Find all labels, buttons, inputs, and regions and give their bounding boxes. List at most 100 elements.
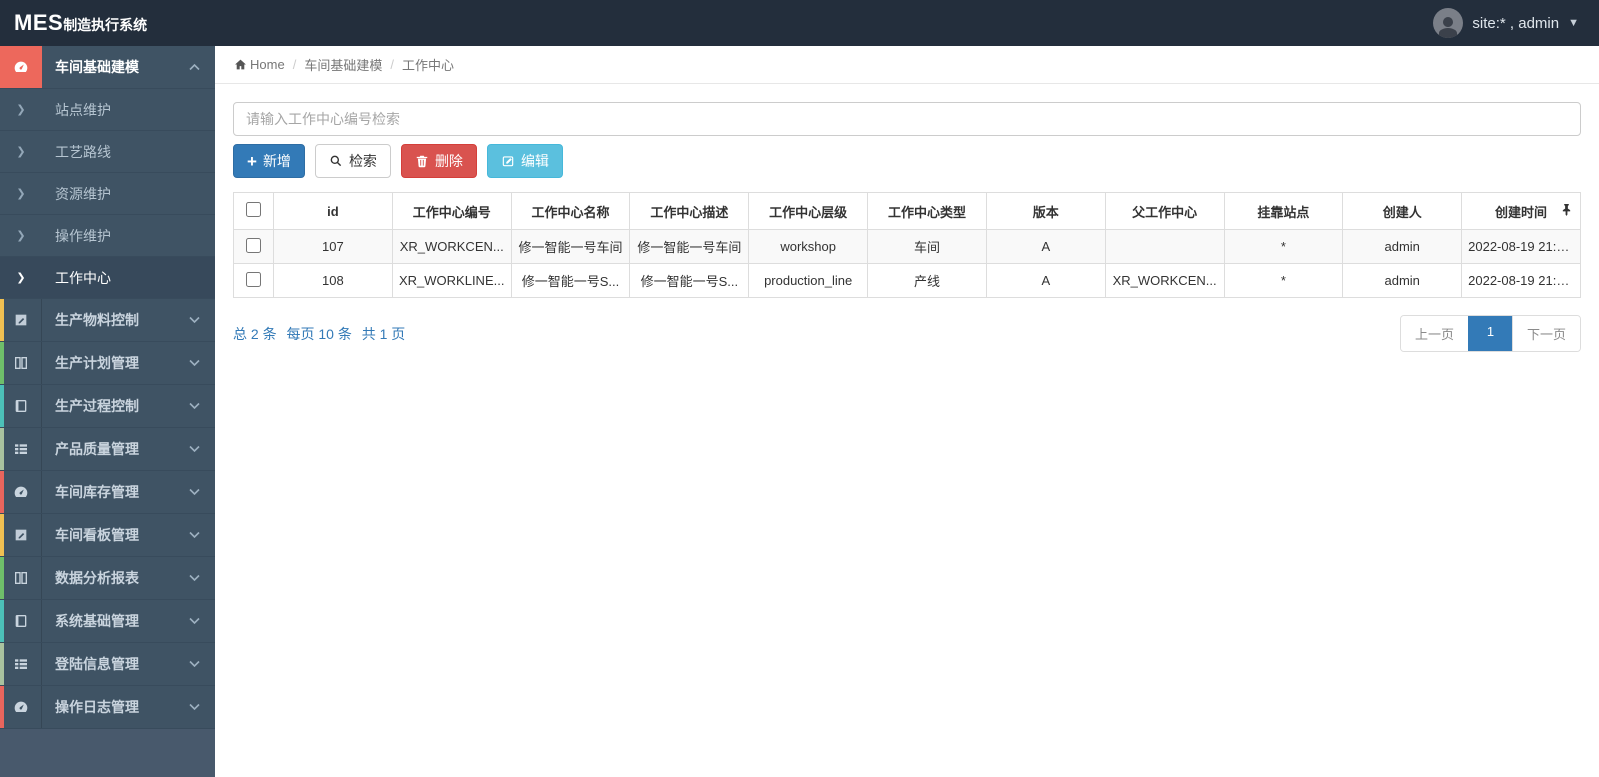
chevron-down-icon [189,614,200,628]
sidebar-item-label: 车间看板管理 [55,527,139,543]
sidebar-item-label: 车间基础建模 [55,59,139,75]
column-header-version: 版本 [985,192,1106,230]
next-page-button[interactable]: 下一页 [1511,316,1580,351]
logo-mes: MES [14,10,64,35]
chevron-down-icon [189,485,200,499]
plus-icon: + [247,151,257,171]
sidebar-item-workshop-modeling[interactable]: 车间基础建模 [0,46,215,89]
color-strip [0,385,4,427]
cell-id: 107 [273,229,393,264]
chevron-right-icon: ❯ [16,104,26,116]
column-header-site: 挂靠站点 [1223,192,1344,230]
select-all-cell [233,192,274,230]
sidebar-item-plan-management[interactable]: 生产计划管理 [0,342,215,385]
row-checkbox[interactable] [246,271,261,287]
column-header-type: 工作中心类型 [867,192,987,230]
sidebar-item-system-management[interactable]: 系统基础管理 [0,600,215,643]
page-1-button[interactable]: 1 [1467,316,1512,351]
column-header-name: 工作中心名称 [510,192,631,230]
cell-site: * [1223,229,1344,264]
search-input[interactable] [233,102,1581,136]
logo-subtitle: 制造执行系统 [63,17,148,33]
edit-button-label: 编辑 [520,153,549,169]
sidebar-item-process-control[interactable]: 生产过程控制 [0,385,215,428]
breadcrumb-home[interactable]: Home [250,57,285,72]
sidebar-subitem-operation-maintenance[interactable]: ❯ 操作维护 [0,215,215,257]
sidebar-item-operation-log-management[interactable]: 操作日志管理 [0,686,215,729]
chevron-down-icon [189,571,200,585]
table-row[interactable]: 108 XR_WORKLINE... 修一智能一号S... 修一智能一号S...… [233,263,1581,298]
sidebar-subitem-process-route[interactable]: ❯ 工艺路线 [0,131,215,173]
cell-desc: 修一智能一号S... [629,263,750,298]
pencil-square-icon [0,514,42,556]
prev-page-button[interactable]: 上一页 [1400,316,1468,351]
delete-button[interactable]: 删除 [400,144,477,178]
color-strip [0,557,4,599]
column-header-id: id [273,192,393,230]
column-header-desc: 工作中心描述 [629,192,750,230]
chevron-up-icon [189,60,200,74]
dashboard-icon [0,686,42,728]
column-header-label: 创建时间 [1495,204,1548,220]
per-page-count[interactable]: 每页 10 条 [286,326,351,342]
page-count: 共 1 页 [361,325,406,342]
breadcrumb-separator: / [390,57,394,72]
cell-parent [1104,229,1225,264]
cell-code: XR_WORKLINE... [391,263,512,298]
row-select-cell [233,263,274,298]
cell-created-time: 2022-08-19 21:1... [1461,229,1581,264]
chevron-down-icon [189,442,200,456]
subitem-label: 资源维护 [55,185,111,202]
color-strip [0,643,4,685]
color-strip [0,342,4,384]
search-button[interactable]: 检索 [314,144,391,178]
sidebar-item-label: 生产计划管理 [55,355,139,371]
row-checkbox[interactable] [246,237,261,253]
sidebar-subitem-resource-maintenance[interactable]: ❯ 资源维护 [0,173,215,215]
dashboard-icon [0,471,42,513]
table-row[interactable]: 107 XR_WORKCEN... 修一智能一号车间 修一智能一号车间 work… [233,229,1581,264]
person-icon [1439,17,1458,38]
sidebar: 车间基础建模 ❯ 站点维护 ❯ 工艺路线 ❯ 资源维护 ❯ 操作维护 ❯ 工作中… [0,46,215,777]
sidebar-item-quality-management[interactable]: 产品质量管理 [0,428,215,471]
cell-desc: 修一智能一号车间 [629,229,750,264]
cell-id: 108 [273,263,393,298]
select-all-checkbox[interactable] [246,202,261,217]
add-button[interactable]: + 新增 [233,144,305,178]
cell-parent: XR_WORKCEN... [1104,263,1225,298]
th-list-icon [0,643,42,685]
subitem-label: 工作中心 [55,269,111,286]
sidebar-item-inventory-management[interactable]: 车间库存管理 [0,471,215,514]
add-button-label: 新增 [262,153,291,169]
sidebar-subitem-work-center[interactable]: ❯ 工作中心 [0,257,215,299]
chevron-down-icon [189,528,200,542]
sidebar-item-material-control[interactable]: 生产物料控制 [0,299,215,342]
home-icon [235,59,246,70]
cell-name: 修一智能一号S... [510,263,631,298]
topbar: MES制造执行系统 site:* , admin ▼ [0,0,1599,46]
table-header-row: id 工作中心编号 工作中心名称 工作中心描述 工作中心层级 工作中心类型 版本… [233,192,1581,230]
sidebar-item-login-info-management[interactable]: 登陆信息管理 [0,643,215,686]
sidebar-item-label: 数据分析报表 [55,570,139,586]
book-icon [0,600,42,642]
breadcrumb-level1[interactable]: 车间基础建模 [304,55,382,74]
sidebar-item-analytics-reports[interactable]: 数据分析报表 [0,557,215,600]
search-icon [330,155,342,167]
color-strip [0,600,4,642]
chevron-right-icon: ❯ [16,272,26,284]
sidebar-item-label: 车间库存管理 [55,484,139,500]
color-strip [0,514,4,556]
sidebar-subitem-site-maintenance[interactable]: ❯ 站点维护 [0,89,215,131]
pin-icon[interactable] [1561,203,1572,219]
sidebar-item-label: 操作日志管理 [55,699,139,715]
user-menu[interactable]: site:* , admin ▼ [1433,8,1599,38]
cell-creator: admin [1342,263,1463,298]
edit-button[interactable]: 编辑 [486,144,563,178]
sidebar-item-label: 生产过程控制 [55,398,139,414]
subitem-label: 操作维护 [55,227,111,244]
total-count: 总 2 条 [233,325,277,342]
sidebar-item-kanban-management[interactable]: 车间看板管理 [0,514,215,557]
trash-icon [416,155,428,168]
chevron-down-icon [189,657,200,671]
column-header-level: 工作中心层级 [748,192,869,230]
